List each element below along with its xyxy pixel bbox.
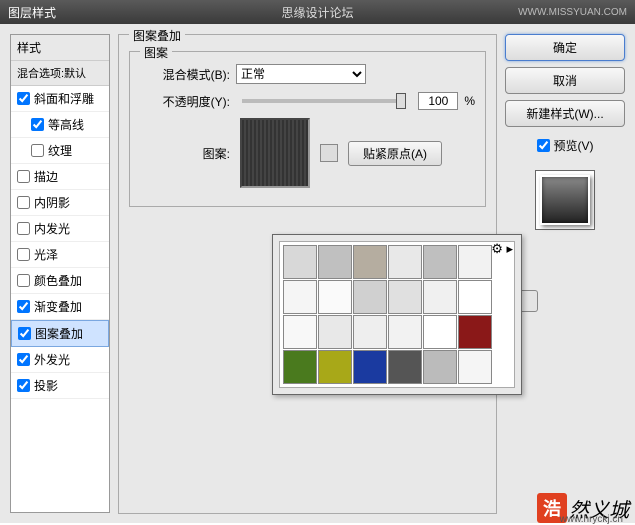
- snap-origin-button[interactable]: 贴紧原点(A): [348, 141, 442, 166]
- pattern-inner-group: 图案 混合模式(B): 正常 不透明度(Y): % 图案:: [129, 51, 486, 207]
- swatch-21[interactable]: [388, 350, 422, 384]
- window-title: 图层样式: [8, 4, 518, 21]
- sidebar-checkbox[interactable]: [17, 274, 30, 287]
- sidebar-item-4[interactable]: 内阴影: [11, 190, 109, 216]
- main-panel: 图案叠加 图案 混合模式(B): 正常 不透明度(Y): % 图案:: [118, 34, 497, 513]
- opacity-slider[interactable]: [242, 99, 406, 103]
- sidebar-checkbox[interactable]: [31, 144, 44, 157]
- forum-name: 思缘设计论坛: [281, 4, 353, 21]
- sidebar-item-label: 内阴影: [34, 194, 70, 211]
- sidebar-checkbox[interactable]: [17, 92, 30, 105]
- forum-url: WWW.MISSYUAN.COM: [518, 7, 627, 18]
- preview-checkbox[interactable]: [537, 139, 550, 152]
- slider-thumb[interactable]: [396, 93, 406, 109]
- swatch-9[interactable]: [388, 280, 422, 314]
- sidebar-item-label: 渐变叠加: [34, 298, 82, 315]
- swatch-14[interactable]: [353, 315, 387, 349]
- cancel-button[interactable]: 取消: [505, 67, 625, 94]
- sidebar-item-9[interactable]: 图案叠加: [11, 320, 109, 347]
- sidebar-checkbox[interactable]: [17, 170, 30, 183]
- swatch-17[interactable]: [458, 315, 492, 349]
- opacity-unit: %: [464, 94, 475, 108]
- sidebar-header[interactable]: 样式: [11, 35, 109, 61]
- new-preset-icon[interactable]: [320, 144, 338, 162]
- sidebar-checkbox[interactable]: [18, 327, 31, 340]
- sidebar-item-label: 光泽: [34, 246, 58, 263]
- sidebar-item-label: 外发光: [34, 351, 70, 368]
- swatch-8[interactable]: [353, 280, 387, 314]
- sidebar-item-0[interactable]: 斜面和浮雕: [11, 86, 109, 112]
- watermark-url: www.hryckj.cn: [560, 514, 623, 525]
- opacity-label: 不透明度(Y):: [140, 93, 230, 110]
- right-panel: 确定 取消 新建样式(W)... 预览(V): [505, 34, 625, 513]
- gear-icon[interactable]: ⚙ ▸: [491, 241, 513, 257]
- pattern-label: 图案:: [140, 145, 230, 162]
- watermark: 浩 然义城 www.hryckj.cn: [537, 493, 629, 523]
- swatch-20[interactable]: [353, 350, 387, 384]
- swatch-10[interactable]: [423, 280, 457, 314]
- swatch-4[interactable]: [423, 245, 457, 279]
- sidebar-item-label: 颜色叠加: [34, 272, 82, 289]
- sidebar-blend-options[interactable]: 混合选项:默认: [11, 61, 109, 86]
- pattern-preview[interactable]: [240, 118, 310, 188]
- sidebar-item-label: 纹理: [48, 142, 72, 159]
- swatch-22[interactable]: [423, 350, 457, 384]
- sidebar-item-label: 描边: [34, 168, 58, 185]
- sidebar-item-label: 投影: [34, 377, 58, 394]
- swatch-5[interactable]: [458, 245, 492, 279]
- sidebar-item-label: 内发光: [34, 220, 70, 237]
- sidebar-item-label: 等高线: [48, 116, 84, 133]
- layer-style-dialog: 图层样式 思缘设计论坛 WWW.MISSYUAN.COM 样式 混合选项:默认 …: [0, 0, 635, 523]
- styles-sidebar: 样式 混合选项:默认 斜面和浮雕等高线纹理描边内阴影内发光光泽颜色叠加渐变叠加图…: [10, 34, 110, 513]
- sidebar-item-1[interactable]: 等高线: [11, 112, 109, 138]
- swatch-18[interactable]: [283, 350, 317, 384]
- sidebar-item-7[interactable]: 颜色叠加: [11, 268, 109, 294]
- sidebar-item-10[interactable]: 外发光: [11, 347, 109, 373]
- sidebar-item-label: 斜面和浮雕: [34, 90, 94, 107]
- swatch-1[interactable]: [318, 245, 352, 279]
- preview-thumbnail: [535, 170, 595, 230]
- group-title: 图案叠加: [129, 27, 185, 44]
- sidebar-item-5[interactable]: 内发光: [11, 216, 109, 242]
- opacity-input[interactable]: [418, 92, 458, 110]
- sidebar-checkbox[interactable]: [17, 196, 30, 209]
- swatch-7[interactable]: [318, 280, 352, 314]
- ok-button[interactable]: 确定: [505, 34, 625, 61]
- swatch-2[interactable]: [353, 245, 387, 279]
- sidebar-checkbox[interactable]: [17, 379, 30, 392]
- sidebar-checkbox[interactable]: [17, 353, 30, 366]
- sidebar-checkbox[interactable]: [31, 118, 44, 131]
- inner-title: 图案: [140, 44, 172, 61]
- sidebar-item-8[interactable]: 渐变叠加: [11, 294, 109, 320]
- blend-mode-label: 混合模式(B):: [140, 66, 230, 83]
- sidebar-item-label: 图案叠加: [35, 325, 83, 342]
- sidebar-checkbox[interactable]: [17, 248, 30, 261]
- sidebar-checkbox[interactable]: [17, 300, 30, 313]
- swatch-23[interactable]: [458, 350, 492, 384]
- sidebar-item-11[interactable]: 投影: [11, 373, 109, 399]
- swatch-13[interactable]: [318, 315, 352, 349]
- swatch-15[interactable]: [388, 315, 422, 349]
- pattern-swatches: [279, 241, 515, 388]
- sidebar-item-6[interactable]: 光泽: [11, 242, 109, 268]
- preview-label: 预览(V): [554, 137, 594, 154]
- new-style-button[interactable]: 新建样式(W)...: [505, 100, 625, 127]
- swatch-19[interactable]: [318, 350, 352, 384]
- swatch-16[interactable]: [423, 315, 457, 349]
- pattern-picker-popup: ⚙ ▸: [272, 234, 522, 395]
- swatch-3[interactable]: [388, 245, 422, 279]
- blend-mode-select[interactable]: 正常: [236, 64, 366, 84]
- swatch-11[interactable]: [458, 280, 492, 314]
- swatch-12[interactable]: [283, 315, 317, 349]
- swatch-0[interactable]: [283, 245, 317, 279]
- sidebar-checkbox[interactable]: [17, 222, 30, 235]
- swatch-6[interactable]: [283, 280, 317, 314]
- sidebar-item-2[interactable]: 纹理: [11, 138, 109, 164]
- sidebar-item-3[interactable]: 描边: [11, 164, 109, 190]
- titlebar[interactable]: 图层样式 思缘设计论坛 WWW.MISSYUAN.COM: [0, 0, 635, 24]
